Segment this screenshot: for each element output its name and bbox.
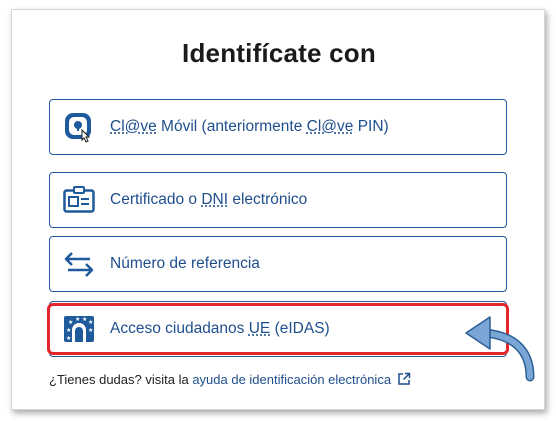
svg-text:★: ★ xyxy=(68,319,73,326)
option-label-middle: Móvil (anteriormente xyxy=(156,118,307,135)
svg-text:★: ★ xyxy=(66,335,71,342)
ue-abbr: UE xyxy=(248,320,271,337)
option-numero-referencia[interactable]: Número de referencia xyxy=(49,236,507,292)
external-link-icon[interactable] xyxy=(397,372,411,389)
option-label: Acceso ciudadanos UE (eIDAS) xyxy=(110,320,330,338)
page-title: Identifícate con xyxy=(182,38,376,68)
option-label-suffix: PIN) xyxy=(353,118,389,135)
clave-movil-icon xyxy=(62,110,96,144)
option-clave-movil[interactable]: Cl@ve Móvil (anteriormente Cl@ve PIN) xyxy=(49,99,507,155)
svg-text:★: ★ xyxy=(88,319,93,326)
option-label-suffix: electrónico xyxy=(228,191,308,208)
option-label: Certificado o DNI electrónico xyxy=(110,191,307,209)
option-certificado-dni[interactable]: Certificado o DNI electrónico xyxy=(49,172,507,228)
eu-stars-icon: ★ ★ ★ ★ ★ ★ ★ xyxy=(62,312,96,346)
help-link[interactable]: ayuda de identificación electrónica xyxy=(192,372,391,387)
clave-abbr-2: Cl@ve xyxy=(306,118,354,135)
svg-text:★: ★ xyxy=(75,316,80,323)
option-label-suffix: (eIDAS) xyxy=(270,320,330,337)
id-card-icon xyxy=(62,183,96,217)
clave-abbr: Cl@ve xyxy=(110,118,157,135)
option-acceso-ciudadanos-ue[interactable]: ★ ★ ★ ★ ★ ★ ★ Acceso ciudadanos UE (eIDA… xyxy=(49,301,507,357)
option-label: Cl@ve Móvil (anteriormente Cl@ve PIN) xyxy=(110,118,389,136)
option-label: Número de referencia xyxy=(110,255,260,272)
annotation-arrow-icon xyxy=(465,316,535,382)
help-prefix: ¿Tienes dudas? visita la xyxy=(49,372,193,387)
option-label-prefix: Certificado o xyxy=(110,191,202,208)
option-label-prefix: Acceso ciudadanos xyxy=(110,320,249,337)
svg-text:★: ★ xyxy=(88,327,93,334)
dni-abbr: DNI xyxy=(201,191,229,208)
help-text: ¿Tienes dudas? visita la ayuda de identi… xyxy=(49,372,411,389)
svg-text:★: ★ xyxy=(82,316,87,323)
page: Identifícate con Cl@ve Móvil (anteriorme… xyxy=(0,0,556,421)
arrows-exchange-icon xyxy=(62,247,96,281)
svg-text:★: ★ xyxy=(66,327,71,334)
